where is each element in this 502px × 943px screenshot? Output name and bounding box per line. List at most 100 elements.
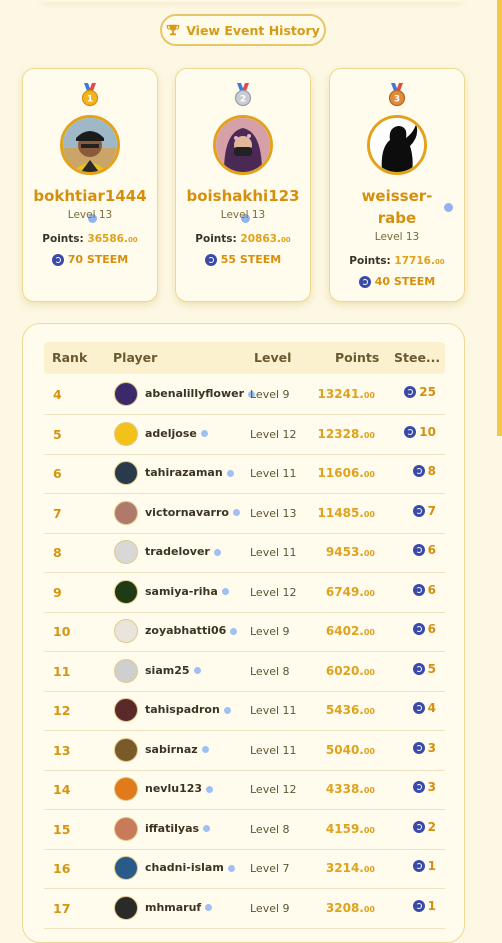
steem-reward-cell: 25 bbox=[404, 385, 436, 399]
player-name-link[interactable]: tradelover bbox=[145, 545, 221, 558]
avatar[interactable] bbox=[114, 658, 138, 683]
table-row[interactable]: 4 abenalillyflower Level 9 13241.00 25 bbox=[44, 375, 445, 415]
avatar[interactable] bbox=[114, 579, 138, 604]
podium-player-name[interactable]: boishakhi123 bbox=[182, 185, 304, 229]
column-header-level[interactable]: Level bbox=[254, 350, 291, 365]
info-icon[interactable] bbox=[205, 904, 213, 911]
avatar[interactable] bbox=[114, 777, 138, 801]
info-icon[interactable] bbox=[223, 706, 231, 714]
info-icon[interactable] bbox=[193, 667, 201, 674]
steem-reward-cell: 5 bbox=[412, 662, 436, 676]
view-event-history-button[interactable]: View Event History bbox=[160, 14, 326, 46]
level-cell: Level 11 bbox=[250, 546, 297, 559]
podium-player-name[interactable]: bokhtiar1444 bbox=[29, 185, 151, 229]
info-icon[interactable] bbox=[201, 746, 209, 753]
table-row[interactable]: 7 victornavarro Level 13 11485.00 7 bbox=[44, 494, 445, 534]
info-icon[interactable] bbox=[232, 509, 240, 516]
player-name-link[interactable]: nevlu123 bbox=[145, 782, 214, 795]
level-cell: Level 11 bbox=[250, 743, 297, 757]
avatar[interactable] bbox=[60, 115, 120, 175]
info-icon[interactable] bbox=[230, 627, 238, 635]
steem-reward-cell: 6 bbox=[412, 583, 436, 597]
table-row[interactable]: 11 siam25 Level 8 6020.00 5 bbox=[44, 652, 445, 692]
rank-cell: 14 bbox=[53, 782, 71, 797]
player-name-link[interactable]: sabirnaz bbox=[145, 743, 209, 756]
level-cell: Level 12 bbox=[250, 427, 297, 441]
level-cell: Level 9 bbox=[250, 625, 290, 638]
column-header-points[interactable]: Points bbox=[335, 350, 379, 365]
column-header-steem[interactable]: Stee... bbox=[394, 350, 440, 365]
scrollbar[interactable] bbox=[497, 0, 502, 436]
level-cell: Level 7 bbox=[250, 862, 290, 875]
podium-steem-reward: 55 STEEM bbox=[176, 253, 310, 266]
avatar[interactable] bbox=[114, 382, 138, 406]
player-name-link[interactable]: tahirazaman bbox=[145, 466, 234, 479]
player-name-link[interactable]: samiya-riha bbox=[145, 585, 229, 598]
avatar[interactable] bbox=[114, 737, 138, 762]
table-row[interactable]: 17 mhmaruf Level 9 3208.00 1 bbox=[44, 889, 445, 929]
info-icon[interactable] bbox=[206, 785, 214, 793]
table-row[interactable]: 16 chadni-islam Level 7 3214.00 1 bbox=[44, 849, 445, 889]
info-icon[interactable] bbox=[200, 430, 208, 437]
steem-reward-cell: 6 bbox=[412, 622, 436, 636]
table-row[interactable]: 15 iffatilyas Level 8 4159.00 2 bbox=[44, 810, 445, 850]
avatar[interactable] bbox=[213, 115, 273, 175]
info-icon[interactable] bbox=[213, 548, 221, 556]
player-name-link[interactable]: victornavarro bbox=[145, 506, 240, 519]
level-cell: Level 8 bbox=[250, 664, 290, 678]
player-name-link[interactable]: chadni-islam bbox=[145, 861, 235, 874]
player-name-link[interactable]: mhmaruf bbox=[145, 901, 213, 914]
avatar[interactable] bbox=[114, 895, 138, 920]
avatar[interactable] bbox=[114, 698, 138, 722]
avatar[interactable] bbox=[114, 461, 138, 485]
points-cell: 4338.00 bbox=[325, 782, 375, 796]
podium-player-name[interactable]: weisser-rabe bbox=[352, 185, 442, 229]
rank-cell: 12 bbox=[53, 703, 71, 718]
info-icon[interactable] bbox=[221, 588, 229, 595]
avatar[interactable] bbox=[114, 856, 138, 880]
player-name-link[interactable]: siam25 bbox=[145, 664, 201, 677]
podium-level: Level 13 bbox=[220, 209, 266, 221]
player-name-link[interactable]: adeljose bbox=[145, 427, 208, 440]
steem-icon bbox=[412, 465, 425, 477]
steem-icon bbox=[412, 702, 425, 714]
info-icon[interactable] bbox=[226, 469, 234, 477]
table-row[interactable]: 12 tahispadron Level 11 5436.00 4 bbox=[44, 691, 445, 731]
steem-icon bbox=[412, 860, 425, 872]
player-name-link[interactable]: iffatilyas bbox=[145, 822, 211, 835]
avatar[interactable] bbox=[114, 421, 138, 446]
table-row[interactable]: 8 tradelover Level 11 9453.00 6 bbox=[44, 533, 445, 573]
table-row[interactable]: 5 adeljose Level 12 12328.00 10 bbox=[44, 415, 445, 455]
table-row[interactable]: 13 sabirnaz Level 11 5040.00 3 bbox=[44, 731, 445, 771]
steem-reward-cell: 1 bbox=[412, 899, 436, 913]
player-name-link[interactable]: zoyabhatti06 bbox=[145, 624, 238, 637]
column-header-player[interactable]: Player bbox=[113, 350, 157, 365]
avatar[interactable] bbox=[114, 619, 138, 643]
rank-cell: 10 bbox=[53, 624, 71, 639]
rank-cell: 9 bbox=[53, 584, 62, 600]
player-name-link[interactable]: abenalillyflower bbox=[145, 387, 256, 400]
table-row[interactable]: 9 samiya-riha Level 12 6749.00 6 bbox=[44, 573, 445, 613]
column-header-rank[interactable]: Rank bbox=[52, 350, 87, 365]
steem-icon bbox=[412, 820, 425, 833]
points-cell: 3208.00 bbox=[325, 900, 375, 915]
points-cell: 6749.00 bbox=[325, 584, 375, 599]
table-row[interactable]: 14 nevlu123 Level 12 4338.00 3 bbox=[44, 770, 445, 810]
table-row[interactable]: 6 tahirazaman Level 11 11606.00 8 bbox=[44, 454, 445, 494]
avatar[interactable] bbox=[367, 115, 427, 175]
avatar[interactable] bbox=[114, 500, 138, 525]
points-cell: 11485.00 bbox=[317, 505, 375, 520]
avatar[interactable] bbox=[114, 540, 138, 564]
avatar[interactable] bbox=[114, 816, 138, 841]
info-icon[interactable] bbox=[227, 864, 235, 872]
player-name-link[interactable]: tahispadron bbox=[145, 703, 231, 716]
table-row[interactable]: 10 zoyabhatti06 Level 9 6402.00 6 bbox=[44, 612, 445, 652]
view-event-history-label: View Event History bbox=[186, 22, 320, 38]
info-icon[interactable] bbox=[444, 203, 453, 212]
rank-cell: 16 bbox=[53, 861, 71, 876]
steem-reward-cell: 10 bbox=[404, 425, 436, 439]
trophy-icon bbox=[166, 24, 180, 36]
info-icon[interactable] bbox=[203, 825, 211, 832]
steem-icon bbox=[412, 899, 425, 912]
steem-icon bbox=[404, 386, 417, 398]
